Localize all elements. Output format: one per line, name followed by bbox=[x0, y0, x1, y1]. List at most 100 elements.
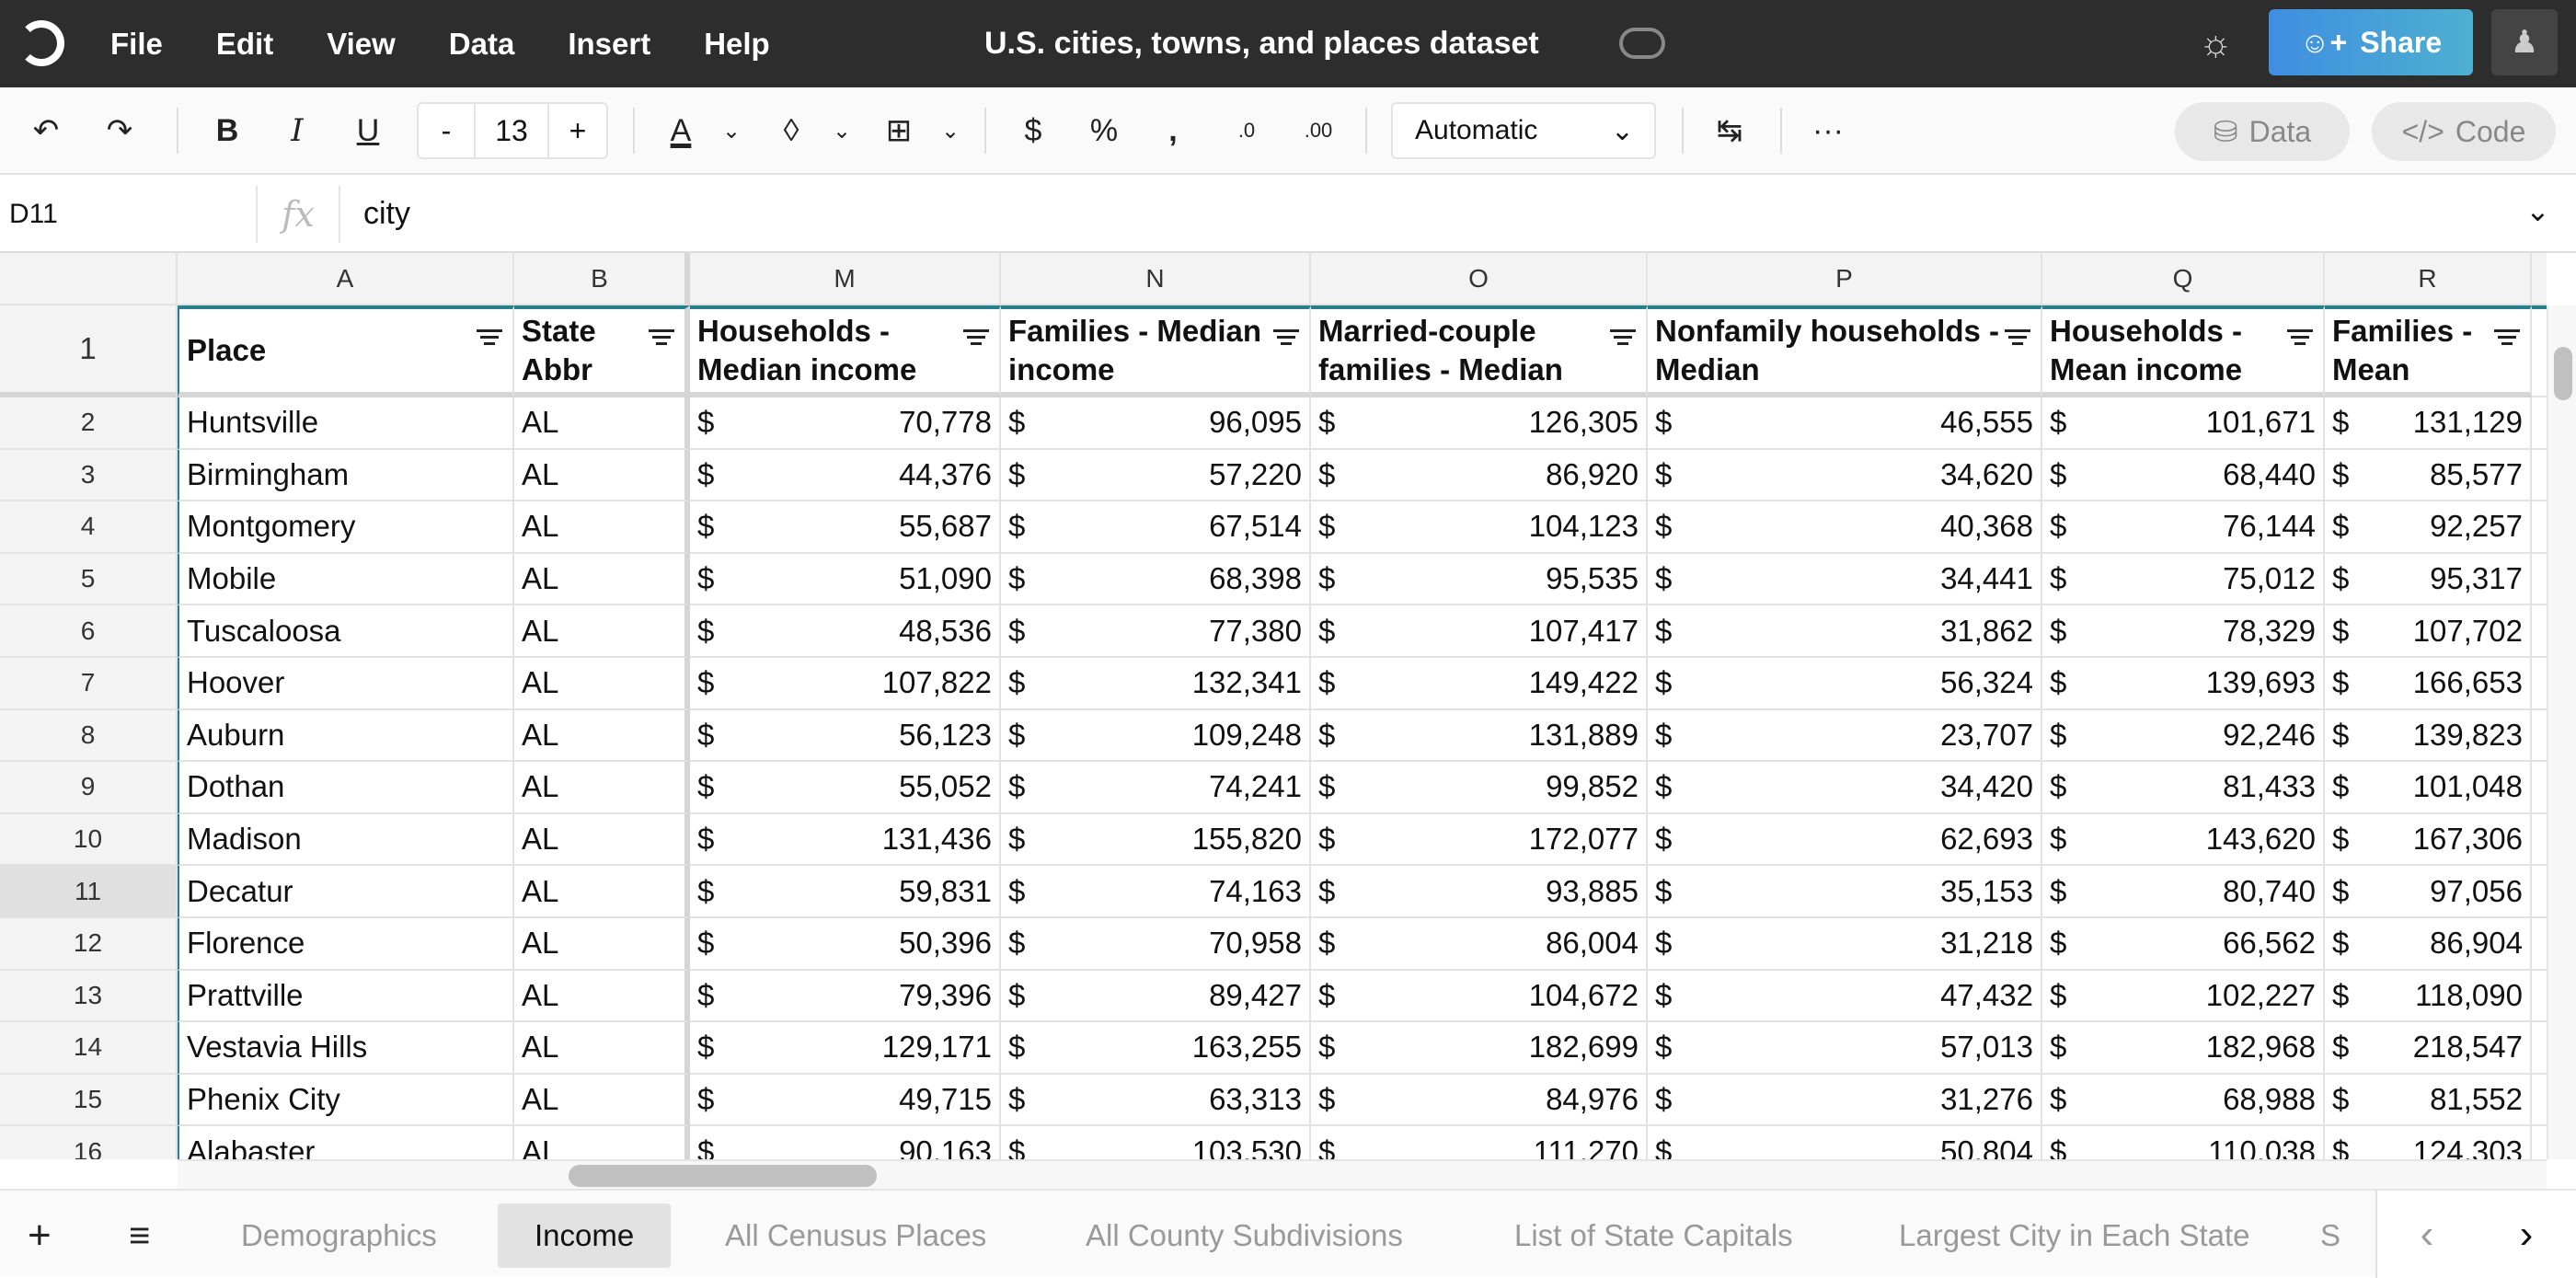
cell-place[interactable]: Madison bbox=[178, 814, 514, 867]
scrollbar-thumb[interactable] bbox=[2554, 347, 2572, 400]
decrease-font-button[interactable]: - bbox=[419, 104, 476, 157]
cell-money[interactable]: $84,976 bbox=[1311, 1075, 1648, 1127]
row-header[interactable]: 5 bbox=[0, 554, 178, 606]
cell-money[interactable]: $55,052 bbox=[690, 762, 1001, 814]
cell-place[interactable]: Tuscaloosa bbox=[178, 605, 514, 658]
user-avatar-icon[interactable]: ♟ bbox=[2491, 9, 2558, 75]
italic-icon[interactable]: I bbox=[274, 108, 320, 154]
cell-state[interactable]: AL bbox=[514, 918, 690, 971]
cell-partial[interactable] bbox=[2532, 1075, 2547, 1127]
cell-partial[interactable] bbox=[2532, 501, 2547, 554]
column-header-o[interactable]: O bbox=[1311, 253, 1648, 305]
cell-money[interactable]: $95,317 bbox=[2325, 554, 2532, 606]
filter-icon[interactable] bbox=[1272, 326, 1300, 349]
row-header[interactable]: 3 bbox=[0, 450, 178, 502]
cell-money[interactable]: $163,255 bbox=[1001, 1022, 1311, 1075]
cell-money[interactable]: $99,852 bbox=[1311, 762, 1648, 814]
cell-money[interactable]: $101,671 bbox=[2042, 397, 2325, 450]
vertical-scrollbar[interactable] bbox=[2547, 305, 2576, 1159]
menu-edit[interactable]: Edit bbox=[216, 27, 273, 62]
cell-partial[interactable] bbox=[2532, 605, 2547, 658]
row-header[interactable]: 4 bbox=[0, 501, 178, 554]
cell-money[interactable]: $55,687 bbox=[690, 501, 1001, 554]
cell-place[interactable]: Decatur bbox=[178, 866, 514, 918]
cell-money[interactable]: $77,380 bbox=[1001, 605, 1311, 658]
cell-money[interactable]: $101,048 bbox=[2325, 762, 2532, 814]
cell-partial[interactable] bbox=[2532, 397, 2547, 450]
cell-state[interactable]: AL bbox=[514, 605, 690, 658]
column-header-p[interactable]: P bbox=[1648, 253, 2042, 305]
document-title[interactable]: U.S. cities, towns, and places dataset bbox=[984, 0, 1539, 87]
chevron-right-icon[interactable]: › bbox=[2520, 1212, 2534, 1258]
column-header-a[interactable]: A bbox=[178, 253, 514, 305]
chevron-down-icon[interactable]: ⌄ bbox=[718, 108, 745, 154]
text-color-icon[interactable]: A bbox=[658, 108, 704, 154]
cell-reference[interactable]: D11 bbox=[9, 175, 58, 253]
cell-partial[interactable] bbox=[2532, 554, 2547, 606]
cell-money[interactable]: $89,427 bbox=[1001, 971, 1311, 1023]
cell-place[interactable]: Dothan bbox=[178, 762, 514, 814]
row-header[interactable]: 12 bbox=[0, 918, 178, 971]
wrap-text-icon[interactable]: ↹ bbox=[1707, 108, 1753, 154]
tab-list-of-state-capitals[interactable]: List of State Capitals bbox=[1478, 1203, 1830, 1268]
column-header-partial[interactable] bbox=[2532, 253, 2547, 305]
cell-money[interactable]: $59,831 bbox=[690, 866, 1001, 918]
cell-place[interactable]: Vestavia Hills bbox=[178, 1022, 514, 1075]
cell-partial[interactable] bbox=[2532, 866, 2547, 918]
cell-money[interactable]: $68,398 bbox=[1001, 554, 1311, 606]
cell-money[interactable]: $51,090 bbox=[690, 554, 1001, 606]
cell-money[interactable]: $35,153 bbox=[1648, 866, 2042, 918]
cell-money[interactable]: $86,904 bbox=[2325, 918, 2532, 971]
cell-money[interactable]: $93,885 bbox=[1311, 866, 1648, 918]
cell-money[interactable]: $143,620 bbox=[2042, 814, 2325, 867]
cell-money[interactable]: $31,218 bbox=[1648, 918, 2042, 971]
cell-partial[interactable] bbox=[2532, 918, 2547, 971]
row-header[interactable]: 13 bbox=[0, 971, 178, 1023]
menu-view[interactable]: View bbox=[327, 27, 396, 62]
cell-money[interactable]: $155,820 bbox=[1001, 814, 1311, 867]
cell-money[interactable]: $67,514 bbox=[1001, 501, 1311, 554]
cell-money[interactable]: $95,535 bbox=[1311, 554, 1648, 606]
cell-place[interactable]: Birmingham bbox=[178, 450, 514, 502]
cell-state[interactable]: AL bbox=[514, 971, 690, 1023]
corner-cell[interactable] bbox=[0, 253, 178, 305]
column-header-q[interactable]: Q bbox=[2042, 253, 2325, 305]
menu-data[interactable]: Data bbox=[449, 27, 515, 62]
cell-place[interactable]: Phenix City bbox=[178, 1075, 514, 1127]
data-button[interactable]: ⛁Data bbox=[2175, 102, 2350, 161]
cell-money[interactable]: $97,056 bbox=[2325, 866, 2532, 918]
cell-money[interactable]: $107,417 bbox=[1311, 605, 1648, 658]
tab-demographics[interactable]: Demographics bbox=[204, 1203, 474, 1268]
percent-format-icon[interactable]: % bbox=[1081, 108, 1127, 154]
cell-money[interactable]: $104,123 bbox=[1311, 501, 1648, 554]
lightbulb-icon[interactable]: ☼ bbox=[2199, 22, 2230, 64]
cell-money[interactable]: $50,804 bbox=[1648, 1126, 2042, 1159]
cell-money[interactable]: $126,305 bbox=[1311, 397, 1648, 450]
row-header[interactable]: 6 bbox=[0, 605, 178, 658]
cell-money[interactable]: $40,368 bbox=[1648, 501, 2042, 554]
comma-format-icon[interactable]: , bbox=[1150, 108, 1196, 154]
borders-icon[interactable]: ⊞ bbox=[876, 108, 922, 154]
cell-money[interactable]: $48,536 bbox=[690, 605, 1001, 658]
cell-money[interactable]: $56,324 bbox=[1648, 658, 2042, 710]
cell-money[interactable]: $139,823 bbox=[2325, 710, 2532, 763]
chevron-down-icon[interactable]: ⌄ bbox=[937, 108, 964, 154]
cell-money[interactable]: $132,341 bbox=[1001, 658, 1311, 710]
cell-money[interactable]: $66,562 bbox=[2042, 918, 2325, 971]
cell-money[interactable]: $166,653 bbox=[2325, 658, 2532, 710]
cell-money[interactable]: $139,693 bbox=[2042, 658, 2325, 710]
tab-largest-city[interactable]: Largest City in Each State bbox=[1862, 1203, 2287, 1268]
menu-help[interactable]: Help bbox=[704, 27, 770, 62]
tab-partial[interactable]: S bbox=[2320, 1203, 2340, 1268]
bold-icon[interactable]: B bbox=[204, 108, 250, 154]
cell-state[interactable]: AL bbox=[514, 814, 690, 867]
filter-icon[interactable] bbox=[2004, 326, 2031, 349]
cell-money[interactable]: $131,889 bbox=[1311, 710, 1648, 763]
cell-money[interactable]: $96,095 bbox=[1001, 397, 1311, 450]
cell-money[interactable]: $182,968 bbox=[2042, 1022, 2325, 1075]
cell-money[interactable]: $70,958 bbox=[1001, 918, 1311, 971]
cell-place[interactable]: Montgomery bbox=[178, 501, 514, 554]
cell-money[interactable]: $46,555 bbox=[1648, 397, 2042, 450]
decrease-decimal-icon[interactable]: .0 bbox=[1224, 108, 1270, 154]
cell-money[interactable]: $118,090 bbox=[2325, 971, 2532, 1023]
